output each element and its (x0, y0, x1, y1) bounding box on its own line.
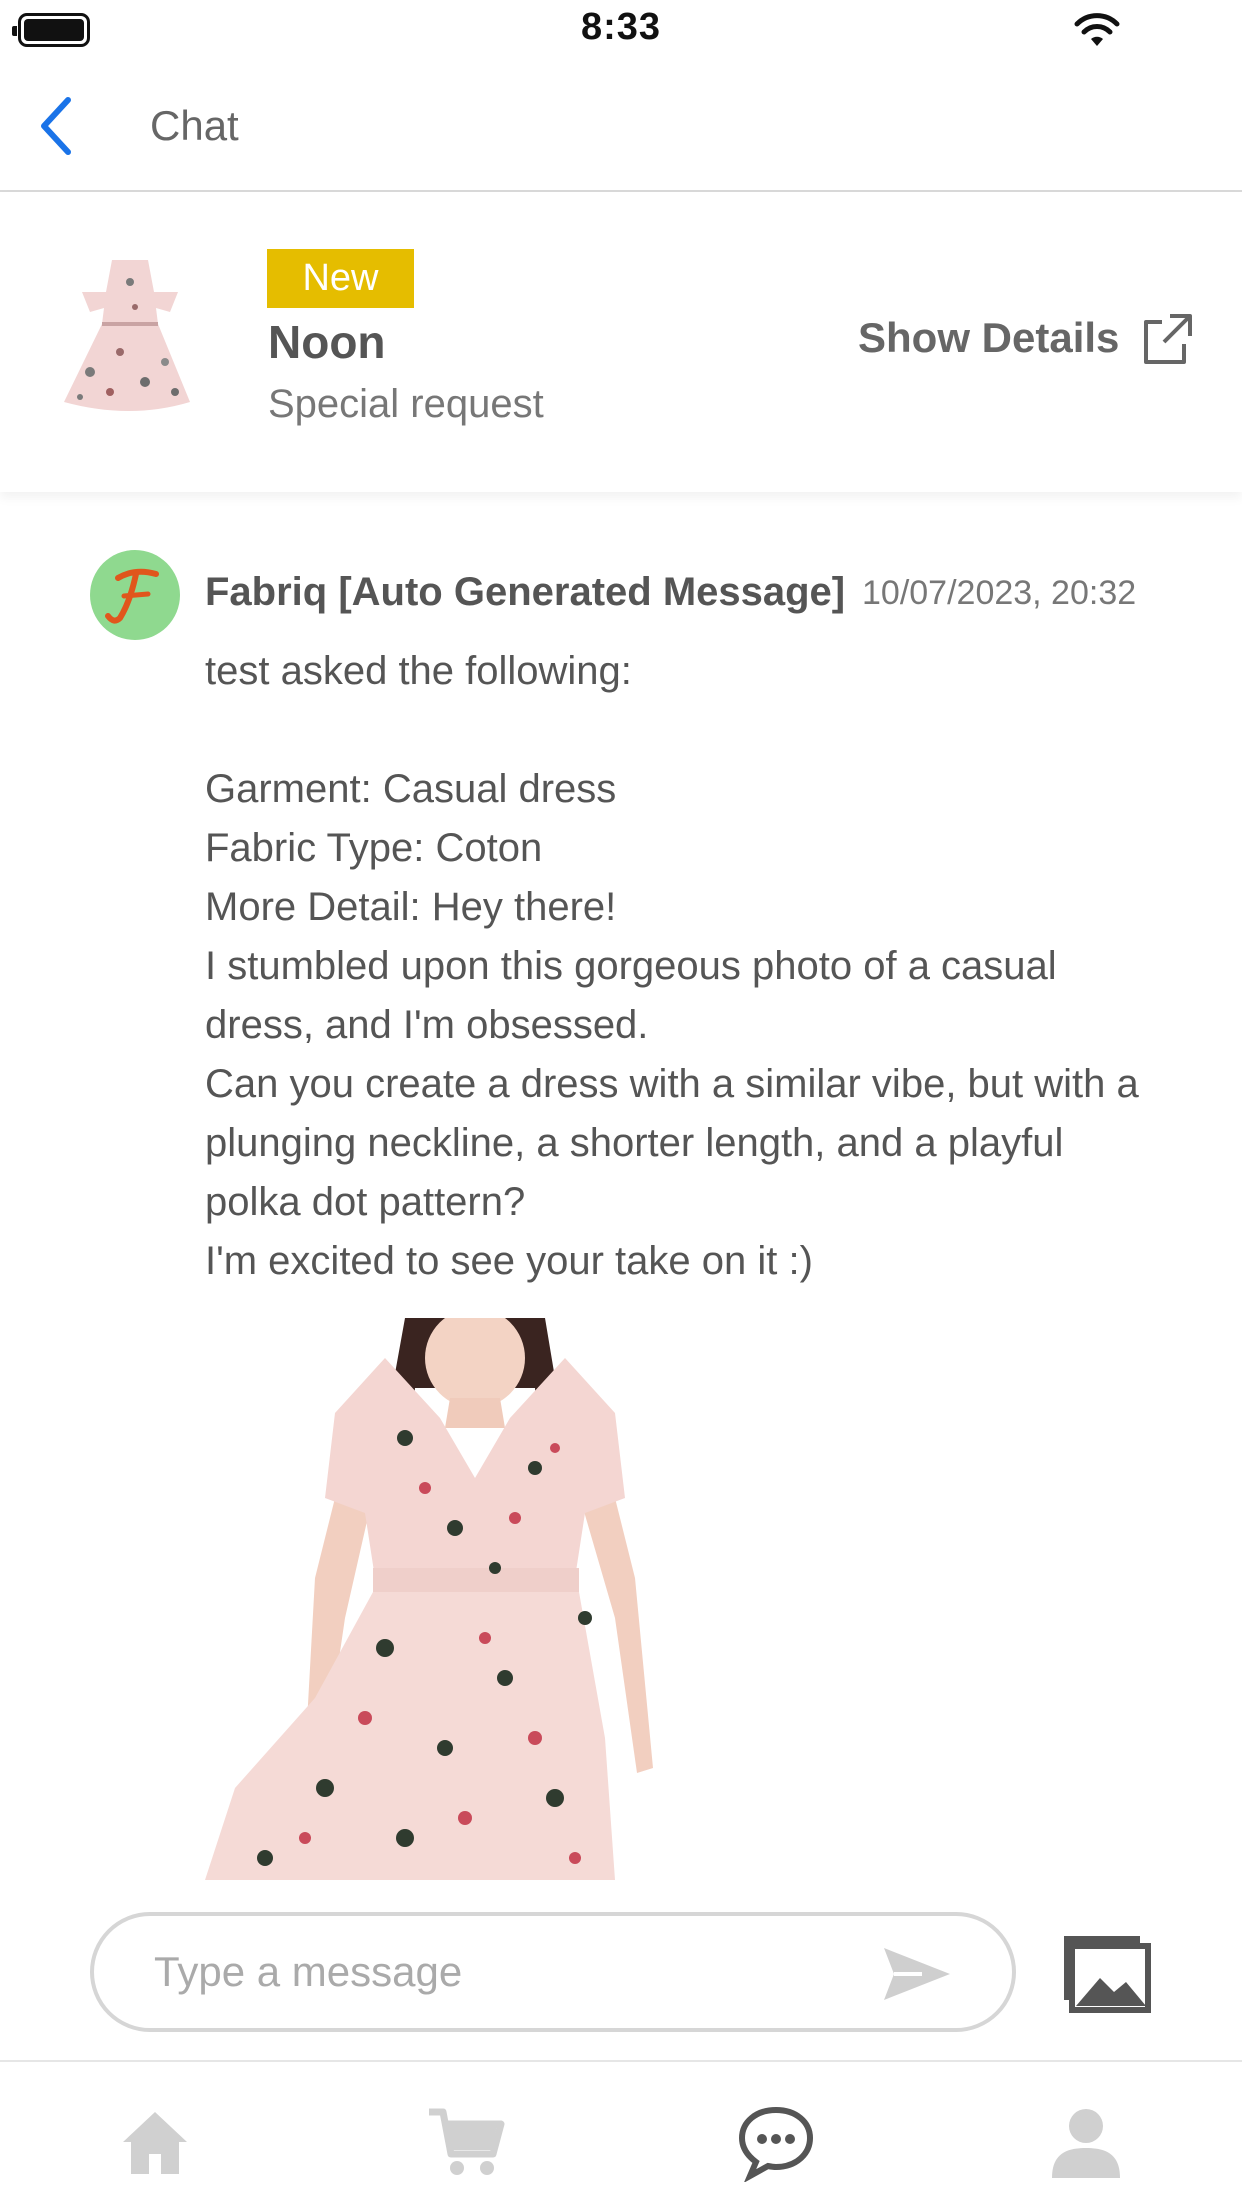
message-sender: Fabriq [Auto Generated Message] (205, 570, 846, 614)
message-body: test asked the following: Garment: Casua… (205, 642, 1165, 1291)
profile-icon (1052, 2109, 1120, 2178)
wifi-icon (1074, 13, 1120, 46)
status-time: 8:33 (580, 6, 662, 48)
message-line: Can you create a dress with a similar vi… (205, 1062, 1139, 1224)
show-details-link[interactable]: Show Details (858, 314, 1119, 362)
page-title: Chat (150, 102, 239, 149)
message-timestamp: 10/07/2023, 20:32 (862, 574, 1137, 612)
message-input[interactable] (154, 1940, 854, 2004)
tab-cart[interactable] (425, 2102, 505, 2182)
external-link-icon[interactable] (1138, 312, 1194, 368)
send-icon[interactable] (882, 1944, 952, 2004)
chat-bubble-icon (738, 2106, 814, 2183)
status-badge: New (267, 249, 414, 308)
message-input-container (90, 1912, 1016, 2032)
fabriq-logo-icon (105, 568, 159, 624)
attach-image-icon[interactable] (1060, 1932, 1152, 2014)
status-bar: 8:33 (0, 0, 1242, 62)
tab-home[interactable] (115, 2102, 195, 2182)
message-line: More Detail: Hey there! (205, 885, 617, 929)
message-line: Fabric Type: Coton (205, 826, 543, 870)
message-line: Garment: Casual dress (205, 767, 617, 811)
request-type: Special request (268, 382, 544, 426)
tab-bar (0, 2060, 1242, 2208)
message-line: I stumbled upon this gorgeous photo of a… (205, 944, 1057, 1047)
request-title: Noon (268, 316, 386, 368)
product-thumbnail[interactable] (50, 252, 210, 417)
nav-bar: Chat (0, 62, 1242, 192)
message-line: I'm excited to see your take on it :) (205, 1239, 813, 1283)
back-chevron-icon[interactable] (36, 94, 76, 158)
avatar (90, 550, 180, 640)
message-intro: test asked the following: (205, 649, 632, 693)
request-header: New Noon Special request Show Details (0, 192, 1242, 492)
tab-chat[interactable] (736, 2102, 816, 2183)
dress-photo[interactable] (205, 1318, 725, 1880)
tab-profile[interactable] (1046, 2102, 1126, 2182)
cart-icon (429, 2108, 505, 2175)
home-icon (123, 2112, 187, 2174)
message-composer (0, 1880, 1242, 2060)
